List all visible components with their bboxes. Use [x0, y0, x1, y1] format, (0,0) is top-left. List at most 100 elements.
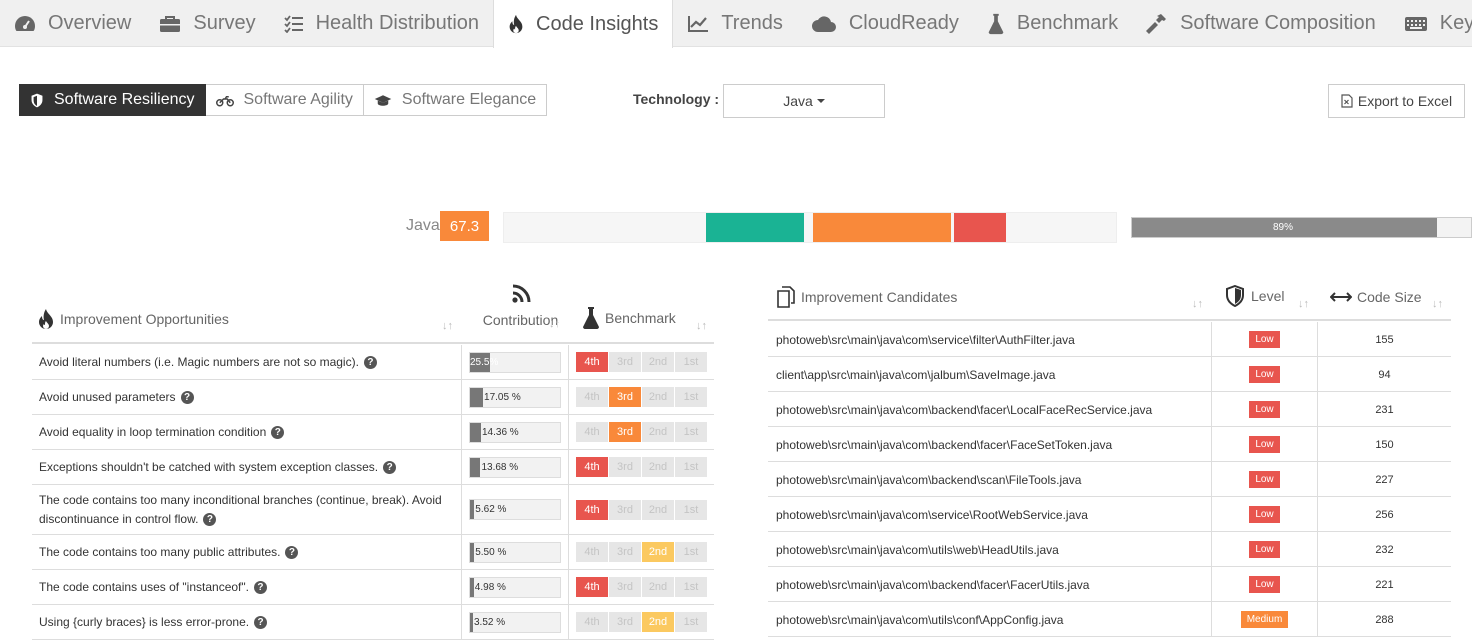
table-row[interactable]: Avoid unused parameters? 17.05 % 4th 3rd 2nd… — [32, 380, 714, 415]
contribution-bar-fill — [470, 500, 475, 519]
flame-icon — [39, 309, 53, 329]
sort-icon[interactable]: ↓↑ — [1432, 298, 1443, 310]
focus-segmented-control: Software Resiliency Software Agility Softw… — [19, 84, 548, 116]
table-row[interactable]: Avoid equality in loop termination condi… — [32, 415, 714, 450]
table-row[interactable]: photoweb\src\main\java\com\utils\conf\Ap… — [768, 602, 1451, 637]
contribution-value: 14.36 % — [481, 426, 519, 438]
table-row[interactable]: Avoid literal numbers (i.e. Magic number… — [32, 345, 714, 380]
candidates-header[interactable]: Improvement Candidates — [776, 286, 957, 308]
table-row[interactable]: photoweb\src\main\java\com\backend\facer… — [768, 567, 1451, 602]
segment-software-elegance[interactable]: Software Elegance — [363, 84, 548, 116]
segment-software-agility[interactable]: Software Agility — [205, 84, 364, 116]
tab-keywords[interactable]: Keywords — [1390, 0, 1472, 47]
sort-icon[interactable]: ↓↑ — [442, 320, 453, 332]
tab-benchmark[interactable]: Benchmark — [973, 0, 1132, 47]
rule-name: Avoid equality in loop termination condi… — [39, 424, 267, 439]
rule-cell: The code contains uses of "instanceof".? — [32, 570, 462, 604]
rank-4th: 4th — [576, 612, 608, 632]
code-size-value: 221 — [1375, 578, 1394, 591]
code-size-value: 150 — [1375, 438, 1394, 451]
table-row[interactable]: client\app\src\main\java\com\jalbum\Save… — [768, 357, 1451, 392]
tab-label: Keywords — [1439, 12, 1472, 34]
level-header[interactable]: Level — [1225, 285, 1284, 307]
contribution-bar: 4.98 % — [469, 576, 561, 598]
file-path[interactable]: photoweb\src\main\java\com\service\filte… — [768, 322, 1212, 357]
table-row[interactable]: photoweb\src\main\java\com\backend\scan\… — [768, 462, 1451, 497]
table-row[interactable]: The code contains uses of "instanceof".?… — [32, 570, 714, 605]
opportunities-header[interactable]: Improvement Opportunities — [38, 308, 229, 330]
tab-cloudready[interactable]: CloudReady — [797, 0, 973, 47]
shield-icon — [1226, 285, 1244, 307]
rank-2nd: 2nd — [642, 422, 674, 442]
tab-software-composition[interactable]: Software Composition — [1132, 0, 1390, 47]
contribution-bar-fill — [470, 387, 484, 407]
technology-value: Java — [783, 93, 813, 109]
help-icon[interactable]: ? — [203, 513, 217, 527]
tab-overview[interactable]: Overview — [0, 0, 145, 47]
tab-trends[interactable]: Trends — [673, 0, 797, 47]
technology-label: Technology : — [633, 91, 720, 107]
file-path[interactable]: photoweb\src\main\java\com\backend\facer… — [768, 427, 1212, 462]
help-icon[interactable]: ? — [253, 580, 267, 594]
code-size-header[interactable]: Code Size — [1330, 289, 1422, 305]
segment-label: Software Resiliency — [54, 91, 195, 108]
segment-software-resiliency[interactable]: Software Resiliency — [19, 84, 206, 116]
code-size-value: 231 — [1375, 403, 1394, 416]
table-row[interactable]: Using {curly braces} is less error-prone… — [32, 605, 714, 640]
help-icon[interactable]: ? — [271, 425, 285, 439]
contribution-bar-fill — [470, 612, 473, 632]
file-path[interactable]: photoweb\src\main\java\com\backend\facer… — [768, 567, 1212, 602]
help-icon[interactable]: ? — [285, 545, 299, 559]
rank-3rd: 3rd — [609, 542, 641, 562]
table-row[interactable]: The code contains too many inconditional… — [32, 485, 714, 535]
export-label: Export to Excel — [1357, 93, 1453, 109]
file-path[interactable]: client\app\src\main\java\com\jalbum\Save… — [768, 357, 1212, 392]
sort-desc-icon[interactable]: ↓↑ — [549, 318, 560, 330]
rank-1st: 1st — [675, 499, 707, 520]
compliance-progress-label: 89% — [1272, 222, 1293, 233]
table-row[interactable]: photoweb\src\main\java\com\service\filte… — [768, 322, 1451, 357]
help-icon[interactable]: ? — [383, 460, 397, 474]
file-path[interactable]: photoweb\src\main\java\com\service\RootW… — [768, 497, 1212, 532]
level-cell: Low — [1212, 497, 1318, 532]
level-cell: Low — [1212, 462, 1318, 497]
rank-1st: 1st — [675, 542, 707, 562]
file-path[interactable]: photoweb\src\main\java\com\backend\scan\… — [768, 462, 1212, 497]
table-row[interactable]: photoweb\src\main\java\com\backend\facer… — [768, 427, 1451, 462]
file-path[interactable]: photoweb\src\main\java\com\utils\conf\Ap… — [768, 602, 1212, 637]
sort-icon[interactable]: ↓↑ — [1192, 298, 1203, 310]
level-badge: Low — [1249, 331, 1280, 348]
rule-cell: Exceptions shouldn't be catched with sys… — [32, 450, 462, 484]
tab-label: Survey — [193, 12, 256, 34]
help-icon[interactable]: ? — [254, 615, 268, 629]
help-icon[interactable]: ? — [180, 390, 194, 404]
rank-2nd: 2nd — [642, 457, 674, 477]
sort-desc-icon[interactable]: ↓↑ — [1298, 298, 1309, 310]
rank-4th: 4th — [576, 457, 608, 477]
tab-code-insights[interactable]: Code Insights — [493, 0, 674, 48]
table-row[interactable]: photoweb\src\main\java\com\service\RootW… — [768, 497, 1451, 532]
rule-cell: Avoid unused parameters? — [32, 380, 462, 414]
file-path[interactable]: photoweb\src\main\java\com\backend\facer… — [768, 392, 1212, 427]
briefcase-icon — [159, 15, 187, 33]
tab-survey[interactable]: Survey — [145, 0, 269, 47]
tab-health-distribution[interactable]: Health Distribution — [270, 0, 493, 47]
table-row[interactable]: Exceptions shouldn't be catched with sys… — [32, 450, 714, 485]
table-row[interactable]: The code contains too many public attrib… — [32, 535, 714, 570]
contribution-bar-fill — [470, 577, 474, 597]
caret-down-icon — [816, 99, 825, 103]
sort-icon[interactable]: ↓↑ — [696, 320, 707, 332]
tab-label: Trends — [721, 12, 783, 34]
file-path[interactable]: photoweb\src\main\java\com\utils\web\Hea… — [768, 532, 1212, 567]
rank-1st: 1st — [675, 422, 707, 442]
rank-4th: 4th — [576, 542, 608, 562]
table-row[interactable]: photoweb\src\main\java\com\utils\web\Hea… — [768, 532, 1451, 567]
benchmark-header-label: Benchmark — [605, 310, 676, 326]
benchmark-header[interactable]: Benchmark — [582, 306, 676, 330]
benchmark-rank: 4th 3rd 2nd 1st — [576, 387, 708, 407]
help-icon[interactable]: ? — [363, 355, 377, 369]
table-row[interactable]: photoweb\src\main\java\com\backend\facer… — [768, 392, 1451, 427]
export-excel-button[interactable]: Export to Excel — [1328, 84, 1465, 118]
benchmark-rank: 4th 3rd 2nd 1st — [576, 542, 708, 562]
technology-select[interactable]: Java — [723, 84, 885, 118]
